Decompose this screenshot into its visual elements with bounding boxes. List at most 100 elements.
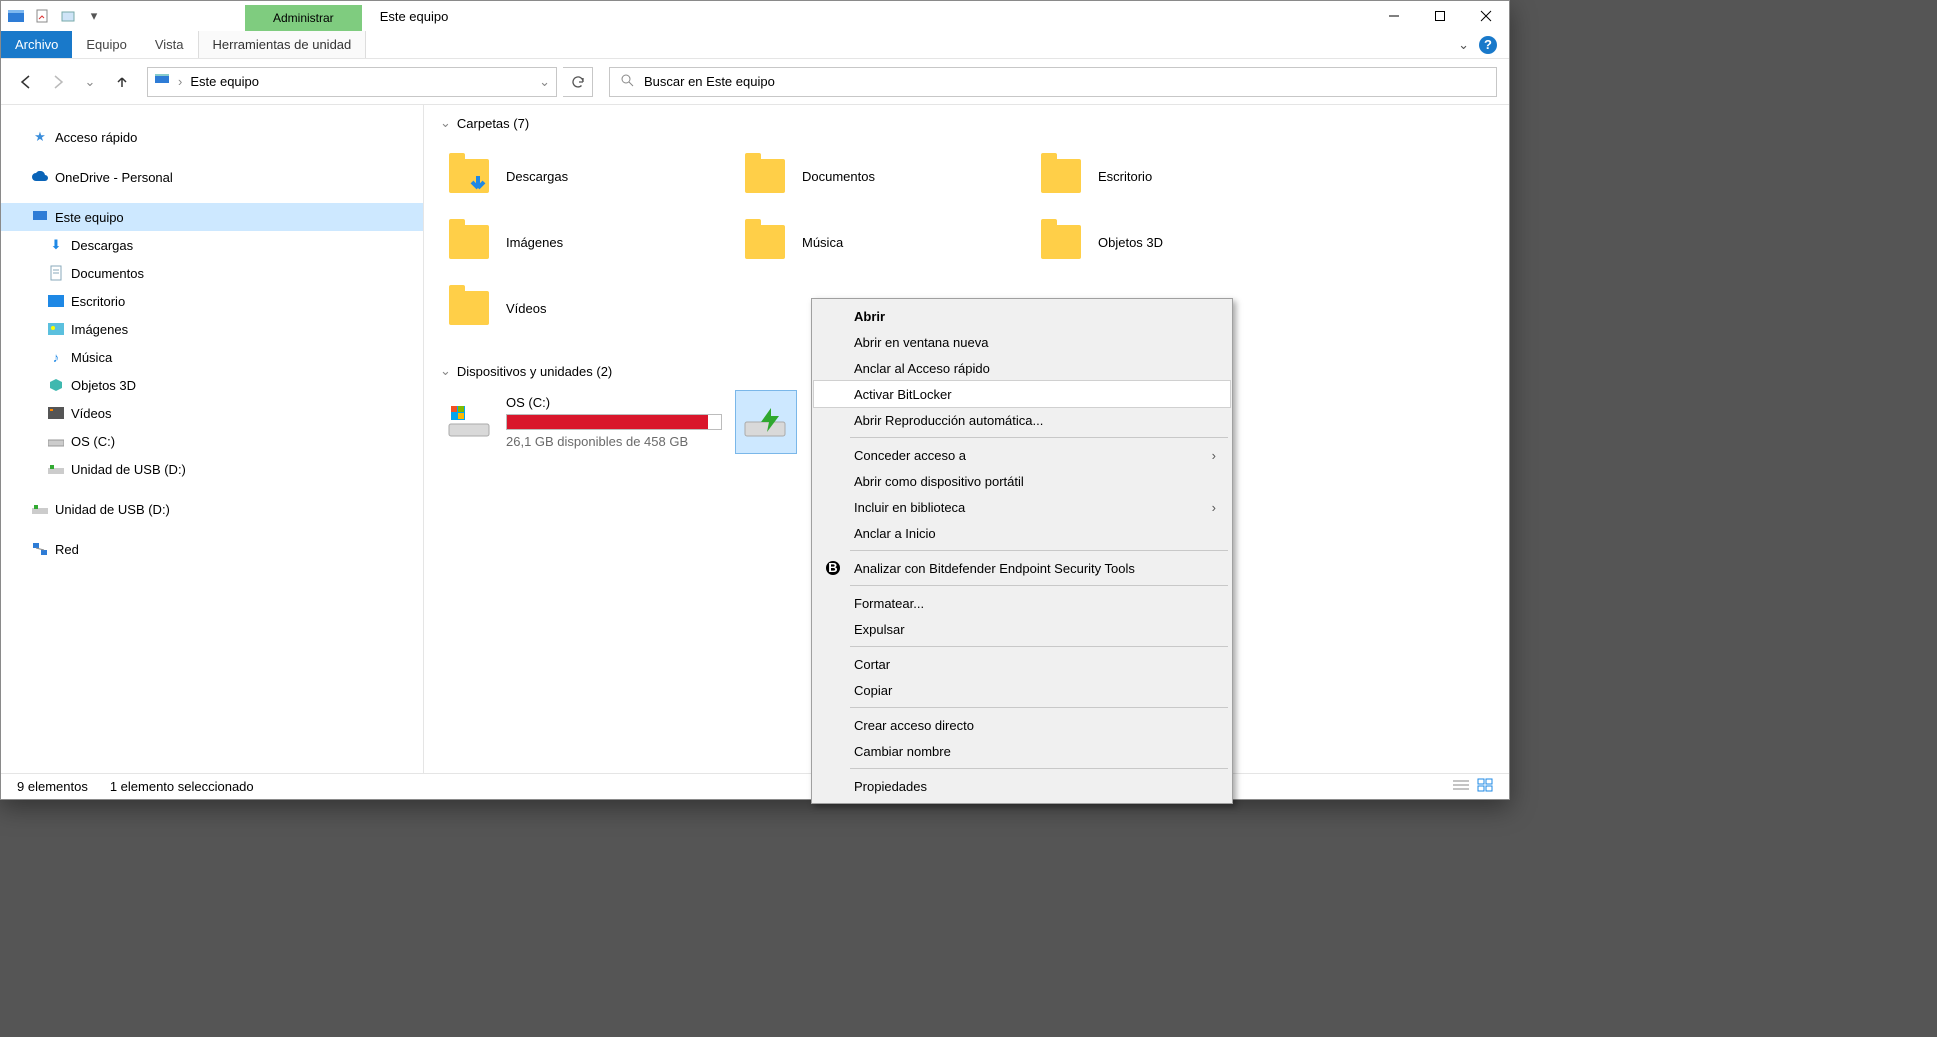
drive-label: OS (C:) — [506, 395, 730, 410]
nav-tree: ★Acceso rápido OneDrive - Personal Este … — [1, 105, 424, 773]
menu-open-portable[interactable]: Abrir como dispositivo portátil — [814, 468, 1230, 494]
usb-drive-icon — [742, 397, 788, 443]
menu-pin-start[interactable]: Anclar a Inicio — [814, 520, 1230, 546]
tree-label: Unidad de USB (D:) — [55, 502, 170, 517]
tree-label: Unidad de USB (D:) — [71, 462, 186, 477]
tree-downloads[interactable]: ⬇Descargas — [1, 231, 423, 259]
tree-label: Red — [55, 542, 79, 557]
usb-icon — [47, 460, 65, 478]
tree-pictures[interactable]: Imágenes — [1, 315, 423, 343]
context-tab-manage[interactable]: Administrar — [245, 5, 362, 31]
qat-properties-icon[interactable] — [31, 5, 53, 27]
tree-usb-drive[interactable]: Unidad de USB (D:) — [1, 455, 423, 483]
qat-folder-icon[interactable] — [57, 5, 79, 27]
menu-bitlocker[interactable]: Activar BitLocker — [814, 381, 1230, 407]
app-icon — [5, 5, 27, 27]
minimize-button[interactable] — [1371, 1, 1417, 31]
menu-rename[interactable]: Cambiar nombre — [814, 738, 1230, 764]
help-icon[interactable]: ? — [1479, 36, 1497, 54]
ribbon-tab-vista[interactable]: Vista — [141, 31, 198, 58]
view-details-icon[interactable] — [1453, 778, 1469, 795]
menu-grant-access[interactable]: Conceder acceso a› — [814, 442, 1230, 468]
menu-create-shortcut[interactable]: Crear acceso directo — [814, 712, 1230, 738]
folder-downloads[interactable]: Descargas — [440, 143, 736, 209]
folder-icon — [1038, 153, 1084, 199]
chevron-right-icon[interactable]: › — [178, 74, 182, 89]
menu-autoplay[interactable]: Abrir Reproducción automática... — [814, 407, 1230, 433]
group-folders-header[interactable]: ⌄Carpetas (7) — [440, 115, 1493, 131]
bitdefender-icon: B — [824, 559, 842, 577]
menu-copy[interactable]: Copiar — [814, 677, 1230, 703]
nav-up-button[interactable] — [109, 69, 135, 95]
tree-usb-root[interactable]: Unidad de USB (D:) — [1, 495, 423, 523]
tree-documents[interactable]: Documentos — [1, 259, 423, 287]
folder-videos[interactable]: Vídeos — [440, 275, 736, 341]
tree-videos[interactable]: Vídeos — [1, 399, 423, 427]
folder-desktop[interactable]: Escritorio — [1032, 143, 1328, 209]
tree-label: Escritorio — [71, 294, 125, 309]
desktop-icon — [47, 292, 65, 310]
menu-open-new-window[interactable]: Abrir en ventana nueva — [814, 329, 1230, 355]
folder-music[interactable]: Música — [736, 209, 1032, 275]
address-bar[interactable]: › Este equipo ⌄ — [147, 67, 557, 97]
ribbon-tab-equipo[interactable]: Equipo — [72, 31, 140, 58]
qat-dropdown-icon[interactable]: ▾ — [83, 5, 105, 27]
tree-onedrive[interactable]: OneDrive - Personal — [1, 163, 423, 191]
item-label: Vídeos — [506, 301, 546, 316]
folder-documents[interactable]: Documentos — [736, 143, 1032, 209]
folder-pictures[interactable]: Imágenes — [440, 209, 736, 275]
svg-text:B: B — [828, 560, 837, 575]
menu-bitdefender-scan[interactable]: BAnalizar con Bitdefender Endpoint Secur… — [814, 555, 1230, 581]
submenu-arrow-icon: › — [1212, 500, 1216, 515]
folder-3dobjects[interactable]: Objetos 3D — [1032, 209, 1328, 275]
tree-label: Objetos 3D — [71, 378, 136, 393]
menu-open[interactable]: Abrir — [814, 303, 1230, 329]
ribbon-tab-drive-tools[interactable]: Herramientas de unidad — [198, 31, 367, 58]
submenu-arrow-icon: › — [1212, 448, 1216, 463]
search-box[interactable]: Buscar en Este equipo — [609, 67, 1497, 97]
nav-back-button[interactable] — [13, 69, 39, 95]
refresh-button[interactable] — [563, 67, 593, 97]
nav-history-dropdown[interactable]: ⌄ — [77, 69, 103, 95]
menu-separator — [850, 768, 1228, 769]
drive-usb[interactable] — [736, 391, 796, 453]
search-icon — [620, 73, 634, 90]
tree-desktop[interactable]: Escritorio — [1, 287, 423, 315]
group-header-label: Carpetas (7) — [457, 116, 529, 131]
maximize-button[interactable] — [1417, 1, 1463, 31]
item-label: Descargas — [506, 169, 568, 184]
storage-bar — [506, 414, 722, 430]
menu-eject[interactable]: Expulsar — [814, 616, 1230, 642]
item-label: Escritorio — [1098, 169, 1152, 184]
group-header-label: Dispositivos y unidades (2) — [457, 364, 612, 379]
tree-os-drive[interactable]: OS (C:) — [1, 427, 423, 455]
breadcrumb-root[interactable]: Este equipo — [190, 74, 259, 89]
tree-quick-access[interactable]: ★Acceso rápido — [1, 123, 423, 151]
tree-this-pc[interactable]: Este equipo — [1, 203, 423, 231]
address-dropdown-icon[interactable]: ⌄ — [539, 74, 550, 90]
view-tiles-icon[interactable] — [1477, 778, 1493, 795]
menu-cut[interactable]: Cortar — [814, 651, 1230, 677]
close-button[interactable] — [1463, 1, 1509, 31]
drive-os[interactable]: OS (C:) 26,1 GB disponibles de 458 GB — [440, 391, 736, 453]
nav-toolbar: ⌄ › Este equipo ⌄ Buscar en Este equipo — [1, 59, 1509, 105]
tree-network[interactable]: Red — [1, 535, 423, 563]
network-icon — [31, 540, 49, 558]
tree-music[interactable]: ♪Música — [1, 343, 423, 371]
status-item-count: 9 elementos — [17, 779, 88, 794]
pc-icon — [31, 208, 49, 226]
nav-forward-button[interactable] — [45, 69, 71, 95]
folder-icon — [742, 153, 788, 199]
folder-icon — [1038, 219, 1084, 265]
menu-properties[interactable]: Propiedades — [814, 773, 1230, 799]
menu-pin-quick-access[interactable]: Anclar al Acceso rápido — [814, 355, 1230, 381]
ribbon-collapse-icon[interactable]: ⌄ — [1458, 37, 1469, 53]
menu-format[interactable]: Formatear... — [814, 590, 1230, 616]
context-tab-strip: Administrar — [105, 1, 362, 31]
status-selected-count: 1 elemento seleccionado — [110, 779, 254, 794]
ribbon-tab-file[interactable]: Archivo — [1, 31, 72, 58]
menu-include-library[interactable]: Incluir en biblioteca› — [814, 494, 1230, 520]
folder-icon — [446, 153, 492, 199]
tree-3dobjects[interactable]: Objetos 3D — [1, 371, 423, 399]
titlebar: ▾ Administrar Este equipo — [1, 1, 1509, 31]
